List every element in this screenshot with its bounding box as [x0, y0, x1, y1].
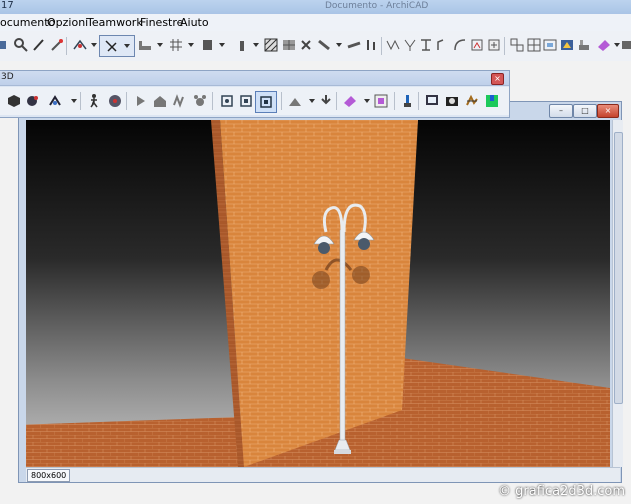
view-a-icon[interactable] [219, 93, 235, 109]
green-map-icon[interactable] [484, 93, 500, 109]
object-icon[interactable] [234, 37, 250, 53]
print-icon[interactable] [576, 37, 592, 53]
light-icon[interactable] [318, 93, 334, 109]
image-icon[interactable] [435, 37, 451, 53]
layout-icon[interactable] [486, 37, 502, 53]
teamwork-icon[interactable] [542, 37, 558, 53]
menu-aiuto[interactable]: Aiuto [180, 16, 209, 29]
wand-icon[interactable] [49, 37, 65, 53]
active-view-button[interactable] [255, 91, 277, 113]
active-view-icon [260, 96, 272, 108]
palette-toolbar [0, 87, 509, 115]
photo-icon[interactable] [444, 93, 460, 109]
section-icon[interactable] [373, 93, 389, 109]
wall-icon[interactable] [137, 37, 153, 53]
column-icon[interactable] [200, 37, 216, 53]
window-3d: – □ × 800x600 [18, 101, 623, 483]
grid-snap-icon[interactable] [168, 37, 184, 53]
fly-icon[interactable] [171, 93, 187, 109]
slab-icon[interactable] [298, 37, 314, 53]
3d-viewport[interactable] [26, 120, 610, 467]
hotlink-icon[interactable] [526, 37, 542, 53]
view-b-icon[interactable] [238, 93, 254, 109]
toolbar-edge-icon[interactable] [0, 37, 14, 53]
beam-icon[interactable] [281, 37, 297, 53]
magnify-icon[interactable] [13, 37, 29, 53]
render-icon[interactable] [559, 37, 575, 53]
level-icon[interactable] [363, 37, 379, 53]
scrollbar-thumb[interactable] [614, 132, 623, 404]
walk-icon[interactable] [86, 93, 102, 109]
orbit-icon[interactable] [25, 93, 41, 109]
label-icon[interactable] [385, 37, 401, 53]
navigate-icon[interactable] [47, 93, 63, 109]
menu-teamwork[interactable]: Teamwork [87, 16, 143, 29]
window-statusbar: 800x600 [26, 467, 620, 482]
palette-title: 3D [1, 72, 14, 82]
toolbar-end-icon[interactable] [620, 37, 631, 53]
document-title: Documento - ArchiCAD [325, 1, 429, 11]
app-title: 17 [1, 0, 14, 11]
render-size-label[interactable]: 800x600 [27, 469, 71, 482]
ungroup-icon[interactable] [469, 37, 485, 53]
menu-finestre[interactable]: Finestre [140, 16, 183, 29]
palette-titlebar[interactable]: 3D × [0, 71, 509, 86]
paint-icon[interactable] [596, 37, 612, 53]
maximize-button[interactable]: □ [573, 104, 597, 118]
menubar: ocumento Opzioni Teamwork Finestre Aiuto [0, 14, 631, 32]
monitor-icon[interactable] [424, 93, 440, 109]
material-icon[interactable] [342, 93, 358, 109]
hatch-icon[interactable] [263, 37, 279, 53]
brush-icon[interactable] [399, 93, 415, 109]
arc-icon[interactable] [402, 37, 418, 53]
fit-icon[interactable] [287, 93, 303, 109]
watermark: © grafica2d3d.com [498, 484, 625, 499]
3d-scene [26, 120, 610, 467]
menu-opzioni[interactable]: Opzioni [47, 16, 88, 29]
select-arrow-button[interactable] [99, 35, 135, 57]
house-icon[interactable] [152, 93, 168, 109]
publish-icon[interactable] [509, 37, 525, 53]
render-icon[interactable] [464, 93, 480, 109]
shape-icon[interactable] [418, 37, 434, 53]
group-icon[interactable] [452, 37, 468, 53]
minimize-button[interactable]: – [549, 104, 573, 118]
cube-icon[interactable] [6, 93, 22, 109]
close-button[interactable]: × [597, 104, 619, 118]
select-arrow-icon [105, 40, 117, 52]
floor-left [26, 417, 241, 467]
trace-icon[interactable] [72, 37, 88, 53]
zoom-icon[interactable] [133, 93, 149, 109]
pencil-icon[interactable] [31, 37, 47, 53]
app-titlebar: 17 Documento - ArchiCAD [0, 0, 631, 15]
roof-icon[interactable] [316, 37, 332, 53]
camera-icon[interactable] [107, 93, 123, 109]
sun-icon[interactable] [192, 93, 208, 109]
main-toolbar [0, 31, 631, 62]
palette-close-button[interactable]: × [491, 73, 504, 85]
vertical-scrollbar[interactable] [612, 120, 623, 467]
dimension-icon[interactable] [346, 37, 362, 53]
navigator-palette: 3D × [0, 70, 510, 118]
